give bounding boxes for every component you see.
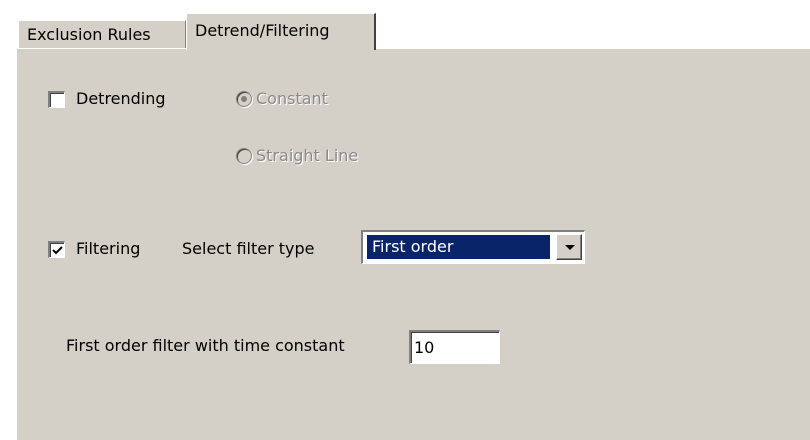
tab-strip: Exclusion Rules Detrend/Filtering: [0, 0, 810, 50]
detrending-label: Detrending: [76, 89, 166, 108]
tab-exclusion-rules-label: Exclusion Rules: [27, 25, 151, 44]
tab-detrend-filtering-label: Detrend/Filtering: [195, 21, 330, 40]
tab-exclusion-rules[interactable]: Exclusion Rules: [18, 20, 186, 48]
filtering-label: Filtering: [76, 239, 141, 258]
constant-label: Constant: [256, 89, 328, 108]
radio-selected-dot: [241, 96, 247, 102]
dropdown-button[interactable]: [556, 234, 582, 260]
filter-type-value: First order: [367, 235, 550, 259]
time-constant-input[interactable]: [409, 330, 500, 364]
tab-detrend-filtering[interactable]: Detrend/Filtering: [186, 13, 376, 50]
checkmark-icon: [52, 246, 63, 255]
chevron-down-icon: [565, 245, 575, 250]
filter-type-select[interactable]: First order: [361, 230, 585, 264]
time-constant-label: First order filter with time constant: [66, 336, 345, 355]
filtering-checkbox[interactable]: [48, 241, 65, 258]
detrending-checkbox[interactable]: [48, 91, 65, 108]
straight-line-radio[interactable]: [236, 148, 252, 164]
constant-radio[interactable]: [236, 91, 252, 107]
straight-line-label: Straight Line: [256, 146, 359, 165]
filter-type-label: Select filter type: [182, 239, 315, 258]
